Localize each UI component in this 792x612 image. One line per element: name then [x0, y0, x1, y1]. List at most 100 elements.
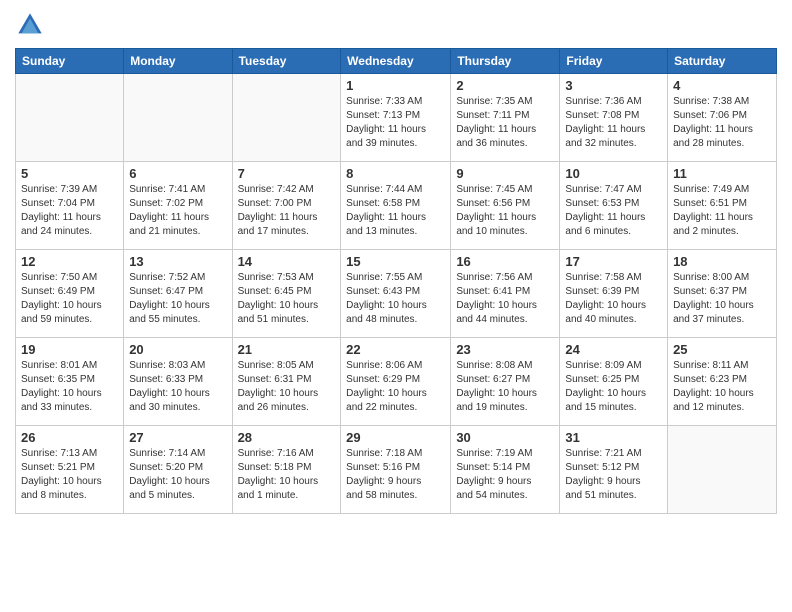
day-cell: 28 Sunrise: 7:16 AM Sunset: 5:18 PM Dayli…	[232, 426, 341, 514]
day-info: Sunrise: 7:21 AM Sunset: 5:12 PM Dayligh…	[565, 447, 662, 503]
day-cell: 6Sunrise: 7:41 AM Sunset: 7:02 PM Daylig…	[124, 162, 232, 250]
day-info: Sunrise: 7:36 AM Sunset: 7:08 PM Dayligh…	[565, 95, 662, 151]
day-cell	[668, 426, 777, 514]
day-cell	[16, 74, 124, 162]
week-row-1: 1 Sunrise: 7:33 AM Sunset: 7:13 PM Daylig…	[16, 74, 777, 162]
day-info: Sunrise: 7:53 AM Sunset: 6:45 PM Dayligh…	[238, 271, 336, 327]
day-cell: 10Sunrise: 7:47 AM Sunset: 6:53 PM Dayli…	[560, 162, 668, 250]
day-cell: 15 Sunrise: 7:55 AM Sunset: 6:43 PM Dayli…	[341, 250, 451, 338]
day-number: 5	[21, 166, 118, 181]
header	[15, 10, 777, 40]
day-number: 18	[673, 254, 771, 269]
day-info: Sunrise: 8:11 AM Sunset: 6:23 PM Dayligh…	[673, 359, 771, 415]
week-row-4: 19 Sunrise: 8:01 AM Sunset: 6:35 PM Dayli…	[16, 338, 777, 426]
calendar-table: SundayMondayTuesdayWednesdayThursdayFrid…	[15, 48, 777, 514]
day-number: 16	[456, 254, 554, 269]
day-info: Sunrise: 7:52 AM Sunset: 6:47 PM Dayligh…	[129, 271, 226, 327]
day-cell: 18 Sunrise: 8:00 AM Sunset: 6:37 PM Dayli…	[668, 250, 777, 338]
day-number: 31	[565, 430, 662, 445]
weekday-header-wednesday: Wednesday	[341, 49, 451, 74]
day-number: 13	[129, 254, 226, 269]
day-number: 20	[129, 342, 226, 357]
day-cell: 5Sunrise: 7:39 AM Sunset: 7:04 PM Daylig…	[16, 162, 124, 250]
day-info: Sunrise: 7:35 AM Sunset: 7:11 PM Dayligh…	[456, 95, 554, 151]
day-number: 4	[673, 78, 771, 93]
day-number: 21	[238, 342, 336, 357]
day-info: Sunrise: 8:00 AM Sunset: 6:37 PM Dayligh…	[673, 271, 771, 327]
day-info: Sunrise: 7:50 AM Sunset: 6:49 PM Dayligh…	[21, 271, 118, 327]
weekday-header-tuesday: Tuesday	[232, 49, 341, 74]
day-number: 19	[21, 342, 118, 357]
day-cell: 22Sunrise: 8:06 AM Sunset: 6:29 PM Dayli…	[341, 338, 451, 426]
day-info: Sunrise: 8:09 AM Sunset: 6:25 PM Dayligh…	[565, 359, 662, 415]
day-cell: 7 Sunrise: 7:42 AM Sunset: 7:00 PM Daylig…	[232, 162, 341, 250]
weekday-header-sunday: Sunday	[16, 49, 124, 74]
day-info: Sunrise: 8:03 AM Sunset: 6:33 PM Dayligh…	[129, 359, 226, 415]
day-number: 3	[565, 78, 662, 93]
day-info: Sunrise: 7:33 AM Sunset: 7:13 PM Dayligh…	[346, 95, 445, 151]
day-info: Sunrise: 7:56 AM Sunset: 6:41 PM Dayligh…	[456, 271, 554, 327]
day-cell	[124, 74, 232, 162]
day-number: 28	[238, 430, 336, 445]
day-cell	[232, 74, 341, 162]
logo-icon	[15, 10, 45, 40]
day-info: Sunrise: 7:13 AM Sunset: 5:21 PM Dayligh…	[21, 447, 118, 503]
week-row-5: 26 Sunrise: 7:13 AM Sunset: 5:21 PM Dayli…	[16, 426, 777, 514]
day-info: Sunrise: 7:44 AM Sunset: 6:58 PM Dayligh…	[346, 183, 445, 239]
day-number: 11	[673, 166, 771, 181]
day-number: 9	[456, 166, 554, 181]
day-cell: 27 Sunrise: 7:14 AM Sunset: 5:20 PM Dayli…	[124, 426, 232, 514]
day-info: Sunrise: 7:38 AM Sunset: 7:06 PM Dayligh…	[673, 95, 771, 151]
day-cell: 14 Sunrise: 7:53 AM Sunset: 6:45 PM Dayli…	[232, 250, 341, 338]
day-info: Sunrise: 7:58 AM Sunset: 6:39 PM Dayligh…	[565, 271, 662, 327]
day-cell: 29Sunrise: 7:18 AM Sunset: 5:16 PM Dayli…	[341, 426, 451, 514]
day-number: 7	[238, 166, 336, 181]
day-cell: 11 Sunrise: 7:49 AM Sunset: 6:51 PM Dayli…	[668, 162, 777, 250]
day-number: 8	[346, 166, 445, 181]
day-info: Sunrise: 8:08 AM Sunset: 6:27 PM Dayligh…	[456, 359, 554, 415]
day-number: 12	[21, 254, 118, 269]
day-cell: 20 Sunrise: 8:03 AM Sunset: 6:33 PM Dayli…	[124, 338, 232, 426]
day-cell: 13 Sunrise: 7:52 AM Sunset: 6:47 PM Dayli…	[124, 250, 232, 338]
day-number: 10	[565, 166, 662, 181]
day-cell: 1 Sunrise: 7:33 AM Sunset: 7:13 PM Daylig…	[341, 74, 451, 162]
day-number: 6	[129, 166, 226, 181]
weekday-header-thursday: Thursday	[451, 49, 560, 74]
day-number: 25	[673, 342, 771, 357]
weekday-header-saturday: Saturday	[668, 49, 777, 74]
day-cell: 4 Sunrise: 7:38 AM Sunset: 7:06 PM Daylig…	[668, 74, 777, 162]
day-info: Sunrise: 7:49 AM Sunset: 6:51 PM Dayligh…	[673, 183, 771, 239]
day-number: 17	[565, 254, 662, 269]
day-info: Sunrise: 7:55 AM Sunset: 6:43 PM Dayligh…	[346, 271, 445, 327]
weekday-header-row: SundayMondayTuesdayWednesdayThursdayFrid…	[16, 49, 777, 74]
week-row-3: 12 Sunrise: 7:50 AM Sunset: 6:49 PM Dayli…	[16, 250, 777, 338]
day-cell: 3 Sunrise: 7:36 AM Sunset: 7:08 PM Daylig…	[560, 74, 668, 162]
day-cell: 9Sunrise: 7:45 AM Sunset: 6:56 PM Daylig…	[451, 162, 560, 250]
day-cell: 26 Sunrise: 7:13 AM Sunset: 5:21 PM Dayli…	[16, 426, 124, 514]
day-info: Sunrise: 8:05 AM Sunset: 6:31 PM Dayligh…	[238, 359, 336, 415]
day-cell: 2 Sunrise: 7:35 AM Sunset: 7:11 PM Daylig…	[451, 74, 560, 162]
day-info: Sunrise: 8:06 AM Sunset: 6:29 PM Dayligh…	[346, 359, 445, 415]
week-row-2: 5Sunrise: 7:39 AM Sunset: 7:04 PM Daylig…	[16, 162, 777, 250]
day-number: 24	[565, 342, 662, 357]
day-number: 14	[238, 254, 336, 269]
day-cell: 8 Sunrise: 7:44 AM Sunset: 6:58 PM Daylig…	[341, 162, 451, 250]
day-info: Sunrise: 7:14 AM Sunset: 5:20 PM Dayligh…	[129, 447, 226, 503]
day-cell: 19 Sunrise: 8:01 AM Sunset: 6:35 PM Dayli…	[16, 338, 124, 426]
main-container: SundayMondayTuesdayWednesdayThursdayFrid…	[0, 0, 792, 612]
day-number: 23	[456, 342, 554, 357]
day-info: Sunrise: 7:18 AM Sunset: 5:16 PM Dayligh…	[346, 447, 445, 503]
day-number: 2	[456, 78, 554, 93]
day-number: 15	[346, 254, 445, 269]
day-cell: 24 Sunrise: 8:09 AM Sunset: 6:25 PM Dayli…	[560, 338, 668, 426]
day-info: Sunrise: 8:01 AM Sunset: 6:35 PM Dayligh…	[21, 359, 118, 415]
day-number: 26	[21, 430, 118, 445]
day-cell: 21 Sunrise: 8:05 AM Sunset: 6:31 PM Dayli…	[232, 338, 341, 426]
logo	[15, 10, 49, 40]
weekday-header-monday: Monday	[124, 49, 232, 74]
day-cell: 17 Sunrise: 7:58 AM Sunset: 6:39 PM Dayli…	[560, 250, 668, 338]
day-number: 27	[129, 430, 226, 445]
day-number: 1	[346, 78, 445, 93]
day-info: Sunrise: 7:42 AM Sunset: 7:00 PM Dayligh…	[238, 183, 336, 239]
day-info: Sunrise: 7:16 AM Sunset: 5:18 PM Dayligh…	[238, 447, 336, 503]
